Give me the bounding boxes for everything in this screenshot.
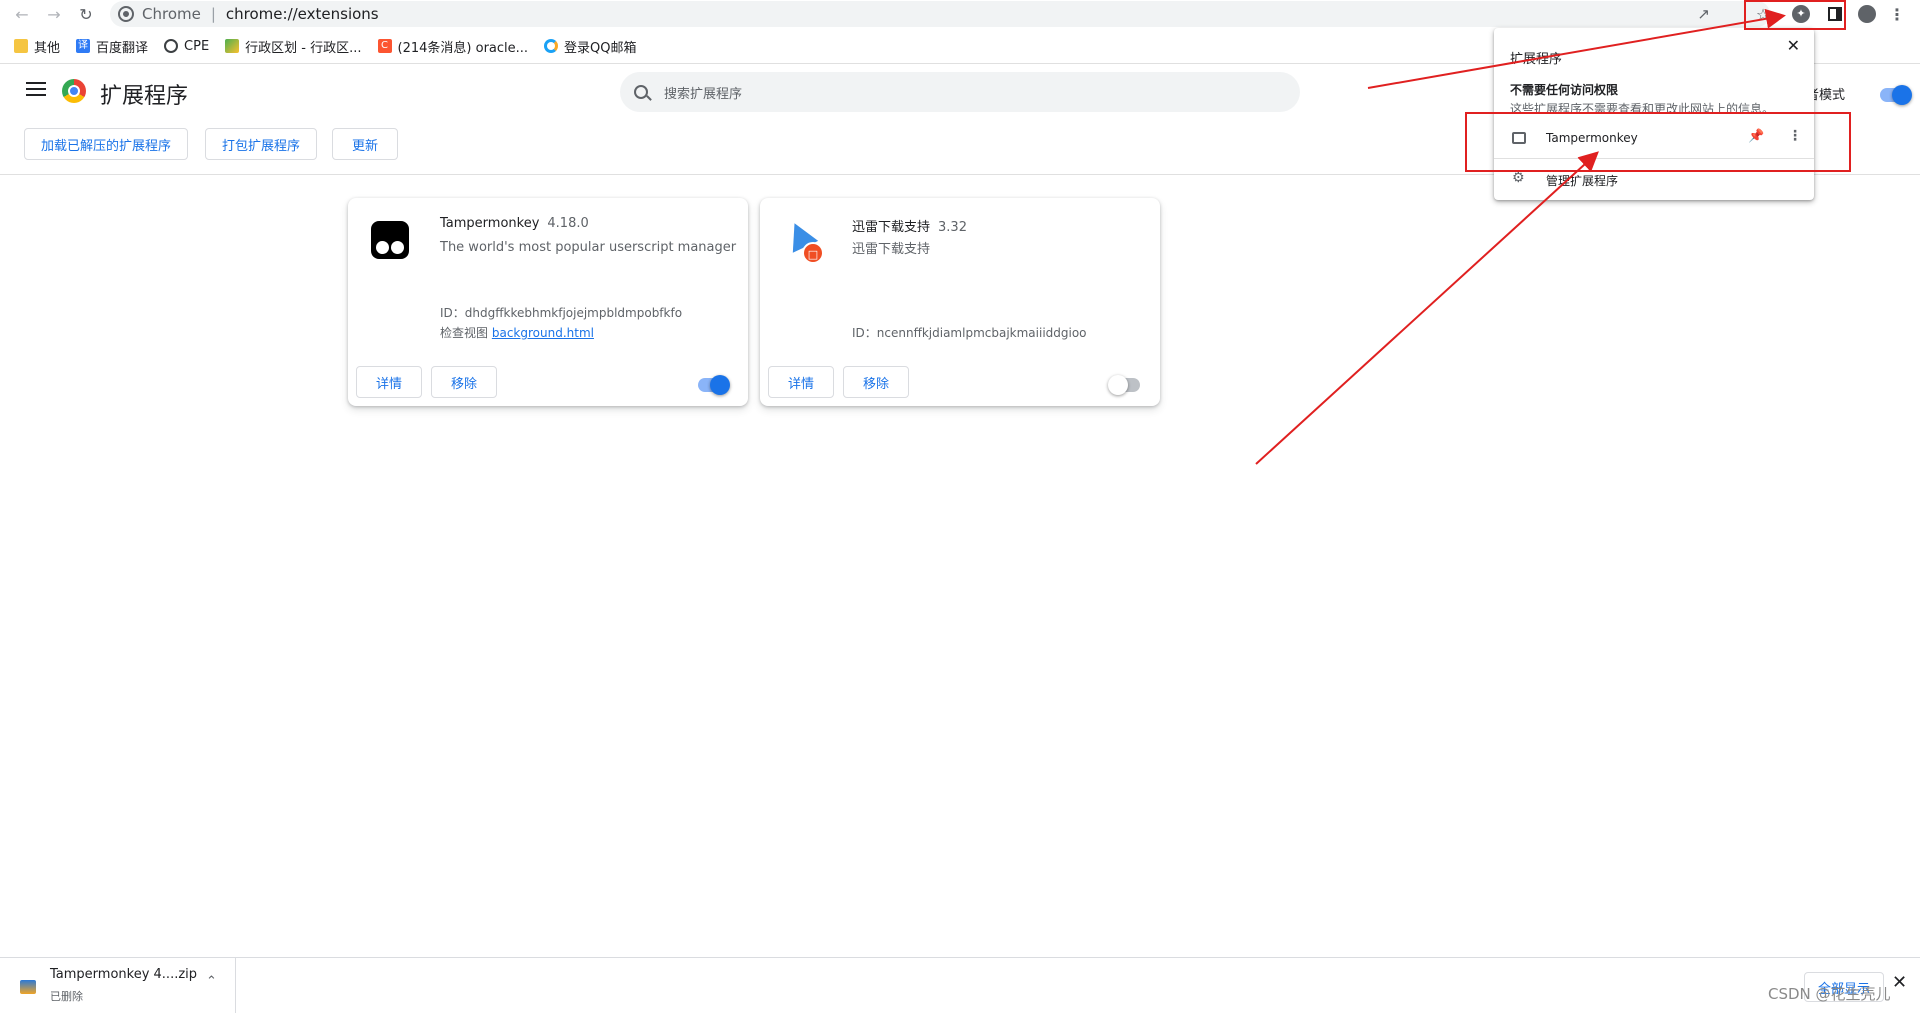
globe-icon — [164, 39, 179, 53]
update-button[interactable]: 更新 — [332, 128, 398, 160]
search-input[interactable]: 搜索扩展程序 — [620, 72, 1300, 112]
bookmark-item[interactable]: 登录QQ邮箱 — [544, 37, 637, 56]
download-item[interactable]: Tampermonkey 4....zip 已删除 ⌃ — [0, 958, 236, 1013]
share-icon[interactable]: ↗ — [1697, 5, 1710, 23]
page-title: 扩展程序 — [100, 84, 189, 109]
download-status: 已删除 — [50, 990, 83, 1003]
zip-file-icon — [20, 980, 36, 994]
gear-icon: ⚙ — [1512, 170, 1525, 186]
download-shelf: Tampermonkey 4....zip 已删除 ⌃ 全部显示 ✕ — [0, 957, 1920, 1013]
tampermonkey-icon — [370, 220, 410, 260]
annotation-arrow-2 — [1255, 151, 1599, 465]
manage-extensions-link[interactable]: ⚙ 管理扩展程序 — [1494, 170, 1814, 194]
browser-toolbar: ← → ↻ Chrome | chrome://extensions ↗ ☆ ✦… — [0, 0, 1920, 28]
extension-name: 迅雷下载支持 3.32 — [852, 220, 967, 235]
extension-id: ID：dhdgffkkebhmkfjojejmpbldmpobfkfo — [440, 306, 683, 320]
load-unpacked-button[interactable]: 加载已解压的扩展程序 — [24, 128, 188, 160]
extension-id: ID：ncennffkjdiamlpmcbajkmaiiiddgioo — [852, 326, 1087, 340]
csdn-icon: C — [377, 39, 392, 53]
extension-description: 迅雷下载支持 — [852, 242, 931, 257]
chrome-logo-icon — [62, 79, 86, 103]
address-bar[interactable]: Chrome | chrome://extensions ↗ — [110, 1, 1770, 27]
extension-enable-toggle[interactable] — [1108, 375, 1140, 395]
bookmark-item[interactable]: 译百度翻译 — [76, 37, 148, 56]
search-placeholder: 搜索扩展程序 — [664, 86, 743, 102]
extension-enable-toggle[interactable] — [698, 375, 730, 395]
extension-name: Tampermonkey 4.18.0 — [440, 216, 589, 231]
watermark: CSDN @花生壳儿 — [1768, 985, 1891, 1003]
download-file-name: Tampermonkey 4....zip — [50, 967, 198, 982]
reload-icon[interactable]: ↻ — [72, 0, 100, 28]
back-icon[interactable]: ← — [8, 0, 36, 28]
bookmark-item[interactable]: 其他 — [14, 37, 60, 56]
search-icon — [634, 85, 648, 99]
extension-version: 4.18.0 — [547, 216, 589, 231]
profile-avatar-icon[interactable] — [1854, 0, 1880, 28]
url-text: chrome://extensions — [225, 5, 379, 23]
chevron-up-icon[interactable]: ⌃ — [206, 974, 217, 989]
chrome-site-icon — [118, 6, 134, 22]
forward-icon[interactable]: → — [40, 0, 68, 28]
popup-title: 扩展程序 — [1510, 52, 1563, 67]
manage-extensions-label: 管理扩展程序 — [1546, 174, 1619, 188]
close-icon[interactable]: ✕ — [1787, 36, 1800, 55]
folder-icon — [14, 39, 28, 53]
extension-card-tampermonkey: Tampermonkey 4.18.0 The world's most popu… — [348, 198, 748, 406]
bookmark-item[interactable]: CPE — [164, 39, 209, 54]
qq-icon — [544, 39, 559, 53]
extension-version: 3.32 — [938, 220, 967, 235]
close-icon[interactable]: ✕ — [1892, 972, 1907, 993]
bookmark-item[interactable]: 行政区划 - 行政区... — [225, 37, 362, 56]
inspect-views: 检查视图 background.html — [440, 326, 594, 340]
annotation-box-toolbar — [1744, 0, 1846, 30]
chrome-menu-icon[interactable]: ⋮ — [1884, 0, 1910, 28]
extension-description: The world's most popular userscript mana… — [440, 240, 737, 255]
bookmark-item[interactable]: C (214条消息) oracle... — [377, 37, 528, 56]
extension-card-xunlei: □ 迅雷下载支持 3.32 迅雷下载支持 ID：ncennffkjdiamlpmc… — [760, 198, 1160, 406]
translate-icon: 译 — [76, 39, 91, 53]
hamburger-menu-icon[interactable] — [26, 82, 46, 96]
annotation-box-extension-row — [1465, 112, 1851, 172]
xunlei-icon: □ — [781, 217, 824, 264]
popup-section-note: 这些扩展程序不需要查看和更改此网站上的信息。 — [1510, 102, 1775, 112]
remove-button[interactable]: 移除 — [431, 366, 497, 398]
map-icon — [225, 39, 240, 53]
details-button[interactable]: 详情 — [768, 366, 834, 398]
details-button[interactable]: 详情 — [356, 366, 422, 398]
omnibox-separator: | — [210, 5, 216, 23]
remove-button[interactable]: 移除 — [843, 366, 909, 398]
dev-mode-toggle[interactable] — [1880, 85, 1912, 105]
popup-section-heading: 不需要任何访问权限 — [1510, 83, 1619, 97]
pack-extension-button[interactable]: 打包扩展程序 — [205, 128, 317, 160]
omnibox-chip: Chrome — [142, 5, 201, 23]
background-page-link[interactable]: background.html — [492, 326, 594, 340]
